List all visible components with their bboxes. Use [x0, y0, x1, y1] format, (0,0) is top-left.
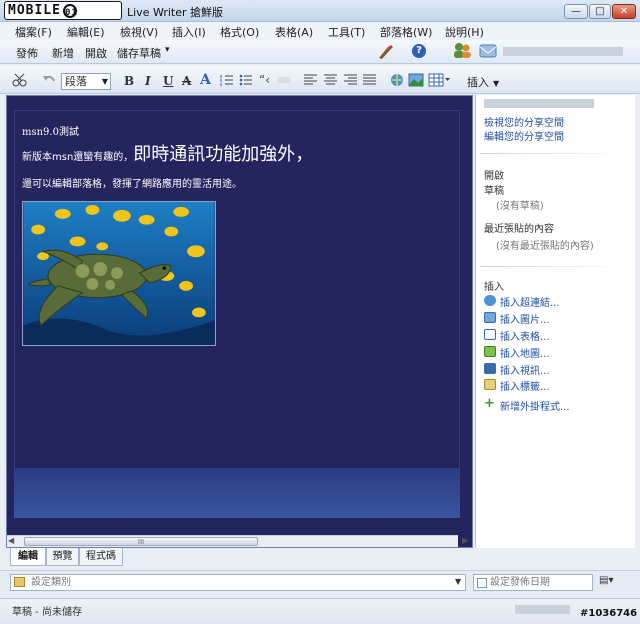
body-text-normal: 新版本msn還蠻有趣的，	[22, 152, 134, 163]
close-button[interactable]: ✕	[612, 4, 636, 19]
insert-hyperlink-link[interactable]: 插入超連結...	[500, 294, 560, 309]
minimize-button[interactable]: —	[564, 4, 588, 19]
quote-icon[interactable]: “‹	[259, 73, 270, 87]
tab-preview[interactable]: 預覽	[46, 548, 79, 566]
category-field[interactable]: 設定類別	[10, 574, 466, 591]
menu-blog[interactable]: 部落格(W)	[380, 24, 432, 40]
menu-table[interactable]: 表格(A)	[275, 24, 313, 40]
map-icon	[484, 346, 496, 357]
table-icon[interactable]	[428, 73, 450, 87]
menu-file[interactable]: 檔案(F)	[15, 24, 52, 40]
bold-button[interactable]: B	[124, 74, 134, 88]
no-recent-text: (沒有最近張貼的內容)	[496, 241, 594, 252]
logo-text: MOBILE	[8, 3, 61, 18]
turtle-photo[interactable]	[22, 201, 216, 346]
table-icon	[484, 329, 496, 340]
insert-picture-link[interactable]: 插入圖片...	[500, 311, 550, 326]
editor-background-band	[14, 468, 460, 518]
separator-icon	[278, 77, 290, 83]
hyperlink-icon	[484, 295, 496, 306]
sidebar-divider	[480, 266, 624, 267]
menu-tools[interactable]: 工具(T)	[328, 24, 365, 40]
tab-source[interactable]: 程式碼	[79, 548, 123, 566]
sidebar-divider	[480, 153, 624, 154]
align-right-icon[interactable]	[344, 74, 357, 86]
mobile01-logo: MOBILE 01	[4, 1, 122, 20]
scroll-left-arrow-icon[interactable]: ◀	[8, 536, 14, 545]
align-center-icon[interactable]	[324, 74, 337, 86]
insert-map-link[interactable]: 插入地圖...	[500, 345, 550, 360]
menu-insert[interactable]: 插入(I)	[172, 24, 206, 40]
video-icon	[484, 363, 496, 374]
scrollbar-thumb[interactable]: III	[24, 537, 258, 546]
insert-tags-link[interactable]: 插入標籤...	[500, 378, 550, 393]
maximize-button[interactable]: □	[589, 4, 611, 19]
chevron-down-icon: ▼	[493, 79, 500, 88]
menu-help[interactable]: 說明(H)	[445, 24, 484, 40]
tab-edit[interactable]: 編輯	[10, 548, 46, 566]
account-name-blurred	[503, 47, 623, 56]
picture-icon	[484, 312, 496, 323]
cut-icon[interactable]	[12, 73, 28, 87]
new-button[interactable]: 新增	[52, 45, 74, 61]
align-left-icon[interactable]	[304, 74, 317, 86]
strikethrough-button[interactable]: A	[182, 74, 191, 88]
scroll-right-arrow-icon[interactable]: ▶	[462, 536, 468, 545]
add-plugin-link[interactable]: 新增外掛程式...	[500, 398, 570, 413]
justify-icon[interactable]	[363, 74, 376, 86]
menu-edit[interactable]: 編輯(E)	[67, 24, 105, 40]
undo-icon[interactable]	[42, 73, 56, 87]
edit-space-link[interactable]: 編輯您的分享空間	[484, 128, 564, 143]
insert-menu-button[interactable]: 插入 ▼	[467, 74, 499, 90]
open-heading: 開啟	[484, 171, 504, 182]
contacts-icon[interactable]	[452, 42, 472, 60]
insert-video-link[interactable]: 插入視訊...	[500, 362, 550, 377]
publish-button[interactable]: 發佈	[16, 45, 38, 61]
save-dropdown-arrow-icon[interactable]: ▾	[165, 45, 170, 55]
sidebar	[475, 95, 635, 548]
tag-icon	[484, 379, 496, 390]
style-select-value: 段落	[65, 75, 87, 88]
italic-button[interactable]: I	[145, 74, 151, 88]
recent-heading: 最近張貼的內容	[484, 224, 554, 235]
view-space-link[interactable]: 檢視您的分享空間	[484, 114, 564, 129]
insert-table-link[interactable]: 插入表格...	[500, 328, 550, 343]
underline-button[interactable]: U	[163, 74, 173, 88]
post-body-line-1[interactable]: 新版本msn還蠻有趣的，即時通訊功能加強外，	[22, 140, 313, 166]
spellcheck-brush-icon[interactable]	[377, 44, 395, 60]
status-text: 草稿 - 尚未儲存	[12, 607, 82, 618]
no-drafts-text: (沒有草稿)	[496, 201, 544, 212]
logo-mark: 01	[62, 3, 77, 18]
watermark: #1036746	[580, 608, 638, 619]
help-icon[interactable]: ?	[412, 44, 426, 58]
publish-date-field[interactable]: 設定發佈日期	[473, 574, 593, 591]
folder-icon	[14, 577, 25, 587]
font-color-button[interactable]: A	[200, 72, 211, 88]
calendar-dropdown-icon[interactable]: ▤▾	[599, 575, 619, 590]
image-icon[interactable]	[408, 73, 424, 87]
mail-icon[interactable]	[479, 44, 497, 58]
checkbox[interactable]	[477, 578, 487, 588]
post-body-line-2[interactable]: 還可以編輯部落格，發揮了網路應用的靈活用途。	[22, 175, 242, 190]
body-text-large: 即時通訊功能加強外，	[133, 144, 314, 165]
link-icon[interactable]	[389, 72, 405, 88]
blog-name-blurred	[484, 99, 594, 108]
menu-format[interactable]: 格式(O)	[220, 24, 259, 40]
bullet-list-icon[interactable]	[239, 74, 253, 86]
drafts-heading: 草稿	[484, 186, 504, 197]
insert-menu-label: 插入	[467, 76, 489, 89]
save-draft-button[interactable]: 儲存草稿	[117, 45, 161, 61]
status-info-blurred	[515, 605, 570, 614]
chevron-down-icon[interactable]: ▼	[455, 577, 461, 586]
post-title[interactable]: msn9.0測試	[22, 123, 79, 138]
add-plugin-icon: +	[484, 396, 495, 411]
numbered-list-icon[interactable]	[220, 74, 234, 86]
open-button[interactable]: 開啟	[85, 45, 107, 61]
insert-heading: 插入	[484, 282, 504, 293]
paragraph-style-select[interactable]: 段落 ▼	[61, 73, 111, 90]
menu-view[interactable]: 檢視(V)	[120, 24, 158, 40]
window-title: Live Writer 搶鮮版	[127, 6, 224, 19]
chevron-down-icon: ▼	[101, 77, 108, 86]
